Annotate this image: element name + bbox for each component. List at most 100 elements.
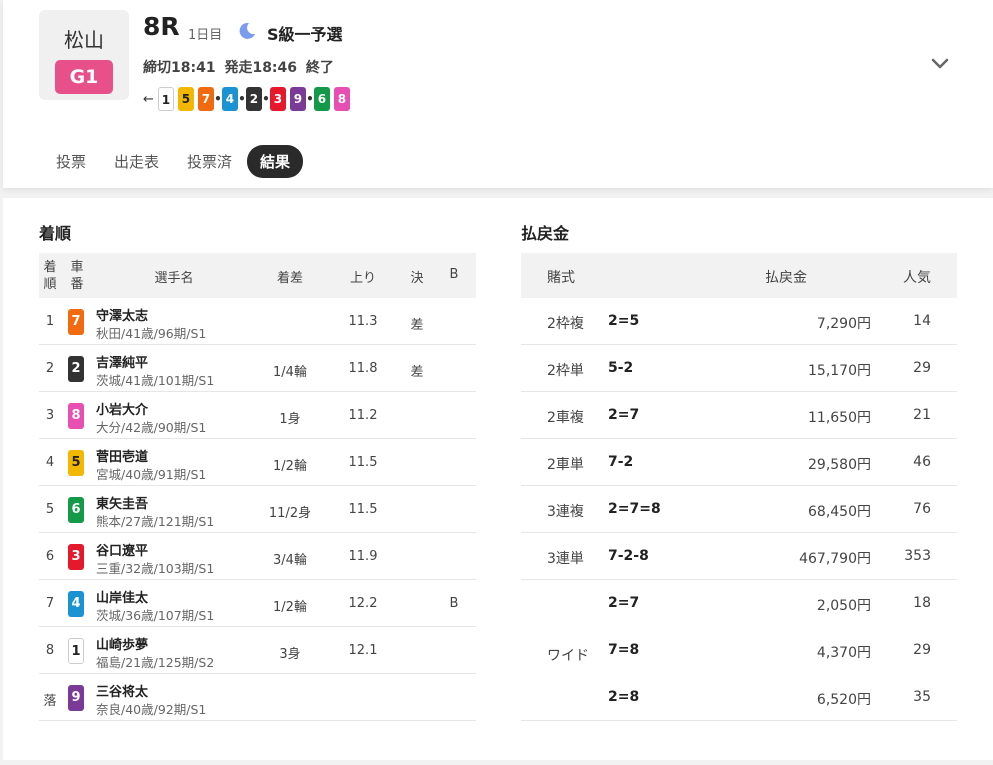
rank-header: 着順 bbox=[43, 260, 57, 292]
tab-results[interactable]: 結果 bbox=[247, 145, 304, 178]
rider-name[interactable]: 菅田壱道 bbox=[96, 446, 148, 465]
margin: 11/2身 bbox=[268, 506, 312, 521]
popularity: 21 bbox=[913, 407, 931, 423]
payout-row: 2車単 7-2 29,580円 46 bbox=[521, 439, 957, 486]
rider-profile: 宮城/40歳/91期/S1 bbox=[96, 467, 207, 482]
rank: 8 bbox=[45, 643, 55, 658]
rider-name[interactable]: 山崎歩夢 bbox=[96, 634, 148, 653]
last-header: 上り bbox=[349, 271, 376, 286]
payout-amount: 15,170円 bbox=[808, 363, 871, 379]
rider-name[interactable]: 小岩大介 bbox=[96, 399, 148, 418]
rider-name[interactable]: 谷口遼平 bbox=[96, 540, 148, 559]
result-row: 2 2 吉澤純平 茨城/41歳/101期/S1 1/4輪 11.8 差 bbox=[39, 345, 476, 392]
type-header: 賭式 bbox=[547, 270, 575, 286]
rank: 5 bbox=[45, 502, 55, 517]
rider-profile: 福島/21歳/125期/S2 bbox=[96, 655, 215, 670]
tab-entries[interactable]: 出走表 bbox=[101, 145, 172, 178]
payout-title: 払戻金 bbox=[521, 224, 570, 243]
race-header: 松山 G1 8R 1日目 S級一予選 締切18:41 発走18:46 終了 ← … bbox=[3, 0, 993, 188]
bet-type: 3連単 bbox=[547, 551, 584, 567]
popularity: 14 bbox=[913, 313, 931, 329]
rider-name[interactable]: 東矢圭吾 bbox=[96, 493, 148, 512]
bet-type: 3連複 bbox=[547, 504, 584, 520]
kimari-header: 決 bbox=[410, 271, 424, 286]
rider-profile: 奈良/40歳/92期/S1 bbox=[96, 702, 207, 717]
rider-profile: 茨城/41歳/101期/S1 bbox=[96, 373, 215, 388]
start-time: 発走18:46 bbox=[224, 60, 298, 76]
line-separator: • bbox=[214, 92, 222, 106]
bet-combination: 7-2-8 bbox=[608, 548, 649, 564]
margin: 3身 bbox=[279, 647, 301, 662]
winning-move: 差 bbox=[410, 365, 424, 380]
rider-profile: 大分/42歳/90期/S1 bbox=[96, 420, 207, 435]
last-lap-time: 11.8 bbox=[348, 361, 378, 376]
rank: 6 bbox=[45, 549, 55, 564]
payout-amount: 11,650円 bbox=[808, 410, 871, 426]
bet-type: 2枠単 bbox=[547, 363, 584, 379]
rider-profile: 茨城/36歳/107期/S1 bbox=[96, 608, 215, 623]
deadline-time: 締切18:41 bbox=[143, 60, 216, 76]
payout-row: 2車複 2=7 11,650円 21 bbox=[521, 392, 957, 439]
tab-vote[interactable]: 投票 bbox=[43, 145, 99, 178]
bet-combination: 7-2 bbox=[608, 454, 634, 470]
line-separator: • bbox=[262, 92, 270, 106]
last-lap-time: 12.2 bbox=[348, 596, 378, 611]
popularity: 29 bbox=[913, 642, 931, 658]
rider-name[interactable]: 三谷将太 bbox=[96, 681, 148, 700]
bet-combination: 5-2 bbox=[608, 360, 634, 376]
name-header: 選手名 bbox=[154, 271, 194, 286]
line-chip: 3 bbox=[269, 87, 286, 111]
bet-combination: 2=8 bbox=[608, 689, 640, 705]
car-header: 車番 bbox=[70, 260, 84, 292]
rider-name[interactable]: 山岸佳太 bbox=[96, 587, 148, 606]
car-number-badge: 6 bbox=[68, 497, 84, 523]
chevron-down-icon[interactable] bbox=[929, 52, 951, 78]
arrow-left-icon: ← bbox=[143, 91, 154, 107]
line-chip: 6 bbox=[313, 87, 330, 111]
payout-header: 賭式 払戻金 人気 bbox=[521, 253, 957, 298]
payout-amount: 29,580円 bbox=[808, 457, 871, 473]
payout-amount: 2,050円 bbox=[816, 598, 871, 614]
rider-profile: 熊本/27歳/121期/S1 bbox=[96, 514, 215, 529]
rank: 3 bbox=[45, 408, 55, 423]
bet-type: 2枠複 bbox=[547, 316, 584, 332]
last-lap-time: 11.5 bbox=[348, 502, 378, 517]
margin: 3/4輪 bbox=[273, 553, 307, 568]
margin-header: 着差 bbox=[276, 271, 303, 286]
popularity: 353 bbox=[904, 548, 931, 564]
car-number-badge: 3 bbox=[68, 544, 84, 570]
bet-combination: 2=7=8 bbox=[608, 501, 661, 517]
popularity: 46 bbox=[913, 454, 931, 470]
rider-profile: 秋田/41歳/96期/S1 bbox=[96, 326, 207, 341]
result-row: 8 1 山崎歩夢福島/21歳/125期/S2 3身 12.1 bbox=[39, 627, 476, 674]
line-formation: ← 1 5 7 • 4 • 2 • 3 9 • 6 8 bbox=[143, 86, 350, 112]
rider-name[interactable]: 守澤太志 bbox=[96, 305, 148, 324]
tab-voted[interactable]: 投票済 bbox=[174, 145, 245, 178]
margin: 1/2輪 bbox=[273, 459, 307, 474]
race-day: 1日目 bbox=[188, 28, 223, 43]
result-row: 落 9 三谷将太 奈良/40歳/92期/S1 bbox=[39, 674, 476, 721]
result-row: 1 7 守澤太志 秋田/41歳/96期/S1 11.3 差 bbox=[39, 298, 476, 345]
rider-name[interactable]: 吉澤純平 bbox=[96, 352, 148, 371]
line-chip: 8 bbox=[333, 87, 350, 111]
result-row: 3 8 小岩大介 大分/42歳/90期/S1 1身 11.2 bbox=[39, 392, 476, 439]
last-lap-time: 11.3 bbox=[348, 314, 378, 329]
bet-combination: 2=7 bbox=[608, 595, 640, 611]
last-lap-time: 12.1 bbox=[348, 643, 378, 658]
car-number-badge: 2 bbox=[68, 356, 84, 382]
wide-label: ワイド bbox=[547, 648, 589, 664]
line-chip: 7 bbox=[197, 87, 214, 111]
bet-combination: 7=8 bbox=[608, 642, 640, 658]
rank: 1 bbox=[45, 314, 55, 329]
race-status: 終了 bbox=[305, 60, 334, 76]
line-chip: 1 bbox=[157, 87, 174, 111]
payout-row: 2=8 6,520円 35 bbox=[521, 674, 957, 721]
bet-type: 2車複 bbox=[547, 410, 584, 426]
b-header: B bbox=[449, 267, 459, 282]
popularity: 76 bbox=[913, 501, 931, 517]
popularity: 18 bbox=[913, 595, 931, 611]
car-number-badge: 8 bbox=[68, 403, 84, 429]
winning-move: 差 bbox=[410, 318, 424, 333]
rider-profile: 三重/32歳/103期/S1 bbox=[96, 561, 215, 576]
car-number-badge: 1 bbox=[68, 638, 84, 664]
